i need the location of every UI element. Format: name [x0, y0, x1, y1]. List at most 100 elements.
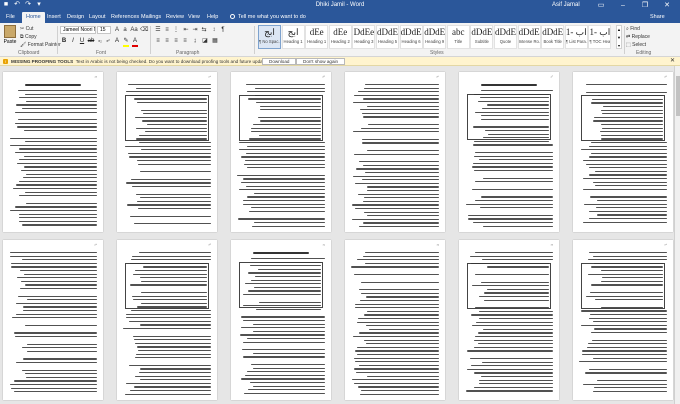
document-page[interactable]: ²⁶: [345, 72, 445, 232]
document-page[interactable]: ²⁷: [459, 72, 559, 232]
document-page[interactable]: ³²: [345, 240, 445, 400]
show-marks-icon[interactable]: ¶: [219, 26, 227, 34]
highlight-icon[interactable]: ✎: [122, 37, 130, 45]
align-right-icon[interactable]: ≡: [172, 37, 180, 45]
subscript-icon[interactable]: x₂: [96, 37, 104, 45]
shrink-font-icon[interactable]: a: [121, 26, 129, 34]
tab-insert[interactable]: Insert: [47, 12, 61, 23]
font-size-box[interactable]: 15: [97, 26, 111, 34]
document-page[interactable]: ³¹: [231, 240, 331, 400]
align-center-icon[interactable]: ≡: [163, 37, 171, 45]
text-line: [132, 273, 207, 275]
text-line: [25, 284, 97, 286]
style-item[interactable]: ابج Heading 1: [281, 25, 305, 49]
text-line: [365, 296, 439, 298]
document-page[interactable]: ²⁵: [231, 72, 331, 232]
tab-review[interactable]: Review: [166, 12, 184, 23]
format-painter-button[interactable]: 🖌 Format Painter: [20, 41, 61, 49]
tab-view[interactable]: View: [188, 12, 200, 23]
style-item[interactable]: dDdEe Heading 9: [423, 25, 447, 49]
borders-icon[interactable]: ▦: [211, 37, 219, 45]
tab-layout[interactable]: Layout: [89, 12, 106, 23]
style-item[interactable]: DdEe Heading 3: [352, 25, 376, 49]
styles-scroll[interactable]: ▲ ▼ ▾: [616, 25, 622, 49]
grow-font-icon[interactable]: A: [113, 26, 121, 34]
style-item[interactable]: ابج ¶ No Spac...: [258, 25, 281, 49]
font-name-box[interactable]: Jameel Noori N: [60, 26, 96, 34]
style-item[interactable]: dDdEe Heading 5: [376, 25, 399, 49]
sort-icon[interactable]: ↕: [210, 26, 218, 34]
vertical-scrollbar[interactable]: [674, 66, 680, 404]
numbering-icon[interactable]: ≡: [163, 26, 171, 34]
align-left-icon[interactable]: ≡: [154, 37, 162, 45]
restore-icon[interactable]: ❐: [634, 0, 656, 12]
style-item[interactable]: dDdEe Heading 6: [399, 25, 423, 49]
change-case-icon[interactable]: Aa: [130, 26, 138, 34]
document-page[interactable]: ²³: [3, 72, 103, 232]
shading-icon[interactable]: ◪: [201, 37, 209, 45]
style-item[interactable]: dEe Heading 1: [305, 25, 329, 49]
scroll-down-icon[interactable]: ▼: [617, 34, 621, 42]
tab-help[interactable]: Help: [207, 12, 218, 23]
cut-button[interactable]: ✂ Cut: [20, 25, 61, 33]
style-item[interactable]: dDdEe Book Title: [541, 25, 565, 49]
text-direction-icon[interactable]: ⇆: [200, 26, 208, 34]
italic-icon[interactable]: I: [69, 37, 77, 45]
bold-icon[interactable]: B: [60, 37, 68, 45]
document-area[interactable]: ²³ ²⁴ ²⁵ ²⁶ ²⁷ ²⁸ ²⁹ ³⁰ ³¹ ³² ³³ ³⁴: [0, 66, 674, 404]
tab-design[interactable]: Design: [67, 12, 84, 23]
text-line: [16, 104, 97, 106]
dont-show-again-button[interactable]: Don't show again: [296, 58, 346, 65]
text-line: [484, 130, 549, 132]
strikethrough-icon[interactable]: ab: [87, 37, 95, 45]
style-item[interactable]: dEe Heading 2: [328, 25, 352, 49]
style-item[interactable]: اب -1 ¶ TOC Hea...: [588, 25, 612, 49]
style-item[interactable]: dDdEe Quote: [494, 25, 517, 49]
document-page[interactable]: ³³: [459, 240, 559, 400]
ribbon-display-icon[interactable]: ▭: [590, 0, 612, 12]
text-line: [252, 352, 325, 354]
tell-me-search[interactable]: Tell me what you want to do: [230, 12, 306, 23]
tab-file[interactable]: File: [6, 12, 15, 23]
increase-indent-icon[interactable]: ⇥: [191, 26, 199, 34]
close-message-icon[interactable]: ✕: [670, 57, 675, 66]
document-page[interactable]: ³⁰: [117, 240, 217, 400]
document-page[interactable]: ²⁴: [117, 72, 217, 232]
share-button[interactable]: Share: [650, 12, 665, 23]
superscript-icon[interactable]: x²: [104, 37, 112, 45]
decrease-indent-icon[interactable]: ⇤: [182, 26, 190, 34]
close-icon[interactable]: ✕: [656, 0, 678, 12]
tab-references[interactable]: References: [111, 12, 139, 23]
clear-formatting-icon[interactable]: ⌫: [140, 26, 148, 34]
tab-home[interactable]: Home: [22, 12, 45, 23]
document-page[interactable]: ²⁹: [3, 240, 103, 400]
paste-button[interactable]: Paste: [3, 25, 17, 47]
text-line: [15, 336, 97, 338]
minimize-icon[interactable]: –: [612, 0, 634, 12]
style-item[interactable]: dDdEe Intense Ro...: [517, 25, 541, 49]
user-name[interactable]: Asif Jamal: [552, 2, 580, 8]
style-item[interactable]: dDdEe Subtitle: [470, 25, 494, 49]
replace-button[interactable]: ⇄ Replace: [626, 33, 650, 41]
text-line: [596, 214, 667, 216]
underline-icon[interactable]: U: [78, 37, 86, 45]
bullets-icon[interactable]: ☰: [154, 26, 162, 34]
style-item[interactable]: اب -1 ¶ List Para...: [564, 25, 588, 49]
multilevel-list-icon[interactable]: ⋮: [172, 26, 180, 34]
select-button[interactable]: ⬚ Select: [626, 41, 650, 49]
justify-icon[interactable]: ≡: [181, 37, 189, 45]
tab-mailings[interactable]: Mailings: [141, 12, 161, 23]
font-color-icon[interactable]: A: [131, 37, 139, 45]
text-effects-icon[interactable]: A: [113, 37, 121, 45]
style-item[interactable]: abc Title: [446, 25, 470, 49]
scroll-up-icon[interactable]: ▲: [617, 26, 621, 34]
line-spacing-icon[interactable]: ↨: [191, 37, 199, 45]
copy-button[interactable]: ⧉ Copy: [20, 33, 61, 41]
find-button[interactable]: ⌕ Find: [626, 25, 650, 33]
scrollbar-thumb[interactable]: [676, 76, 680, 116]
more-styles-icon[interactable]: ▾: [617, 42, 621, 50]
text-line: [19, 217, 97, 219]
download-button[interactable]: Download: [262, 58, 297, 65]
document-page[interactable]: ²⁸: [573, 72, 673, 232]
document-page[interactable]: ³⁴: [573, 240, 673, 400]
